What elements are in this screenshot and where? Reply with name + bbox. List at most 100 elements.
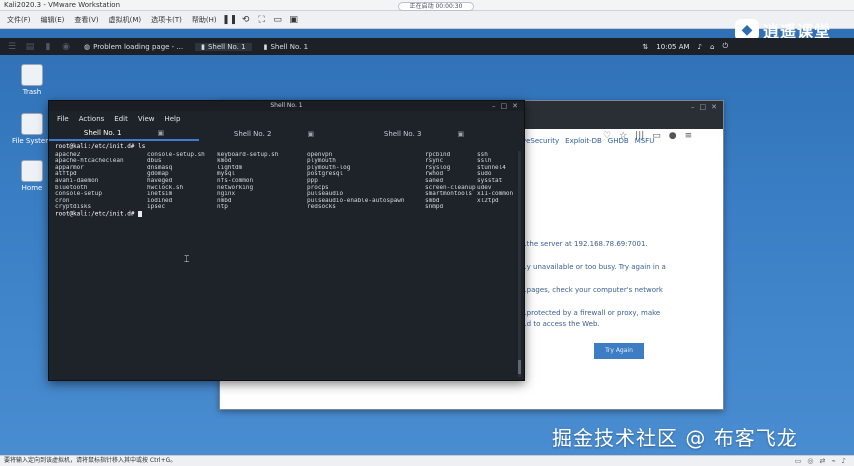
close-icon[interactable]: ✕: [512, 102, 518, 110]
panel-task-browser[interactable]: ◍ Problem loading page - ...: [78, 43, 189, 51]
usb-icon[interactable]: ⌁: [831, 456, 835, 466]
terminal-output[interactable]: root@kali:/etc/init.d# ls apache2 console…: [49, 141, 524, 221]
ls-entry: cron: [55, 197, 70, 204]
volume-icon[interactable]: ♪: [698, 43, 702, 51]
bookmark-exploitdb[interactable]: Exploit-DB: [565, 137, 602, 145]
ls-entry: pulseaudio: [307, 191, 344, 198]
tab-close-icon[interactable]: ▣: [157, 129, 164, 137]
snapshot-icon[interactable]: ⟲: [240, 14, 252, 26]
maximize-icon[interactable]: □: [501, 102, 508, 110]
browser-launcher-icon[interactable]: ◉: [60, 41, 72, 53]
ls-output: apache2 console-setup.sh keyboard-setup.sh…: [55, 152, 518, 211]
terminal-prompt-line: root@kali:/etc/init.d# ls: [55, 143, 146, 150]
ls-entry: bluetooth: [55, 184, 88, 191]
minimize-icon[interactable]: –: [492, 102, 496, 110]
ls-entry: screen-cleanup: [425, 184, 476, 191]
tab-close-icon[interactable]: ▣: [307, 130, 314, 138]
sound-icon[interactable]: ♪: [842, 456, 846, 466]
menu-help[interactable]: 帮助(H): [189, 15, 220, 25]
term-menu-help[interactable]: Help: [164, 113, 180, 125]
ls-entry: nfs-common: [217, 177, 254, 184]
ls-entry: pulseaudio-enable-autospawn: [307, 197, 405, 204]
pause-icon[interactable]: ❚❚: [222, 14, 237, 26]
term-menu-view[interactable]: View: [138, 113, 155, 125]
menu-edit[interactable]: 编辑(E): [38, 15, 68, 25]
ls-entry: ssh: [477, 151, 488, 158]
close-icon[interactable]: ✕: [711, 103, 717, 111]
ls-entry: sudo: [477, 171, 492, 178]
panel-task-shell-1[interactable]: ▮ Shell No. 1: [195, 42, 252, 51]
ls-entry: smbd: [425, 197, 440, 204]
ls-entry: apache2: [55, 151, 81, 158]
ls-entry: haveged: [147, 177, 173, 184]
menu-file[interactable]: 文件(F): [4, 15, 34, 25]
terminal-window-controls: – □ ✕: [492, 102, 518, 110]
ls-entry: openvpn: [307, 151, 333, 158]
terminal-icon: ▮: [201, 42, 205, 51]
menu-vm[interactable]: 虚拟机(M): [106, 15, 145, 25]
trash-icon: [21, 64, 43, 86]
menu-view[interactable]: 查看(V): [71, 15, 101, 25]
console-icon[interactable]: ▣: [288, 14, 300, 26]
menu-tabs[interactable]: 选项卡(T): [148, 15, 185, 25]
terminal-icon: ▮: [263, 42, 268, 51]
power-icon[interactable]: ⏻: [722, 42, 728, 51]
tab-close-icon[interactable]: ▣: [457, 130, 464, 138]
vmware-title: Kali2020.3 - VMware Workstation: [4, 1, 121, 9]
kali-top-panel: ☰ ▤ ▮ ◉ ◍ Problem loading page - ... ▮ S…: [0, 38, 854, 55]
monitor-icon[interactable]: ▭: [272, 14, 284, 26]
ls-entry: xl2tpd: [477, 197, 499, 204]
terminal-scrollbar[interactable]: [518, 151, 521, 377]
vm-status-pill: 正在启动 00:00:30: [398, 2, 474, 11]
terminal-window[interactable]: Shell No. 1 – □ ✕ File Actions Edit View…: [48, 100, 525, 381]
ls-entry: mysql: [217, 171, 236, 178]
tab-shell-3[interactable]: Shell No. 3 ▣: [349, 127, 499, 141]
panel-task-shell-2[interactable]: ▮ Shell No. 1: [258, 43, 314, 51]
try-again-button[interactable]: Try Again: [594, 343, 644, 359]
bookmark-msfu[interactable]: MSFU: [635, 137, 655, 145]
maximize-icon[interactable]: □: [700, 103, 707, 111]
terminal-scroll-thumb[interactable]: [518, 360, 521, 374]
ls-entry: gdomap: [147, 171, 169, 178]
firefox-icon: ◍: [84, 42, 91, 51]
term-menu-actions[interactable]: Actions: [79, 113, 105, 125]
tab-shell-2[interactable]: Shell No. 2 ▣: [199, 127, 349, 141]
cdrom-icon[interactable]: ◎: [807, 456, 813, 466]
ls-entry: plymouth: [307, 158, 336, 165]
ls-entry: postgresql: [307, 171, 344, 178]
bookmark-offsec[interactable]: iveSecurity: [520, 137, 559, 145]
home-folder-icon: [21, 160, 43, 182]
minimize-icon[interactable]: –: [691, 103, 695, 111]
ls-entry: console-setup.sh: [147, 151, 205, 158]
term-menu-edit[interactable]: Edit: [114, 113, 128, 125]
tab-shell-1[interactable]: Shell No. 1 ▣: [49, 127, 199, 141]
fullscreen-icon[interactable]: ⛶: [256, 14, 268, 26]
ls-entry: ipsec: [147, 204, 166, 211]
ls-entry: stunnel4: [477, 164, 506, 171]
ls-entry: smartmontools: [425, 191, 472, 198]
ls-entry: ntp: [217, 204, 228, 211]
files-icon[interactable]: ▤: [24, 41, 36, 53]
vmware-statusbar: 要将输入定向到该虚拟机，请将鼠标指针移入其中或按 Ctrl+G。 ▭ ◎ ⇄ ⌁…: [0, 455, 854, 466]
desktop-trash[interactable]: Trash: [10, 64, 54, 96]
terminal-current-line[interactable]: root@kali:/etc/init.d#: [55, 211, 518, 218]
ls-entry: keyboard-setup.sh: [217, 151, 279, 158]
bookmark-ghdb[interactable]: GHDB: [608, 137, 629, 145]
ls-entry: inetsim: [147, 191, 173, 198]
ls-entry: dnsmasq: [147, 164, 173, 171]
ibeam-cursor-icon: ⌶: [184, 255, 190, 265]
error-line: ...pages, check your computer's network: [520, 286, 663, 294]
ls-entry: networking: [217, 184, 254, 191]
terminal-titlebar: Shell No. 1 – □ ✕: [49, 101, 524, 111]
hdd-icon[interactable]: ▭: [795, 456, 802, 466]
network-adapter-icon[interactable]: ⇄: [819, 456, 825, 466]
term-menu-file[interactable]: File: [57, 113, 69, 125]
lock-icon[interactable]: ⌂: [710, 43, 714, 51]
terminal-launcher-icon[interactable]: ▮: [42, 41, 54, 53]
kali-menu-icon[interactable]: ☰: [6, 41, 18, 53]
error-line: ...the server at 192.168.78.69:7001.: [520, 240, 648, 248]
ls-entry: rsync: [425, 158, 444, 165]
panel-clock[interactable]: 10:05 AM: [656, 43, 689, 51]
error-page-content: ...the server at 192.168.78.69:7001. ...…: [520, 239, 720, 342]
network-icon[interactable]: ⇅: [642, 43, 648, 51]
